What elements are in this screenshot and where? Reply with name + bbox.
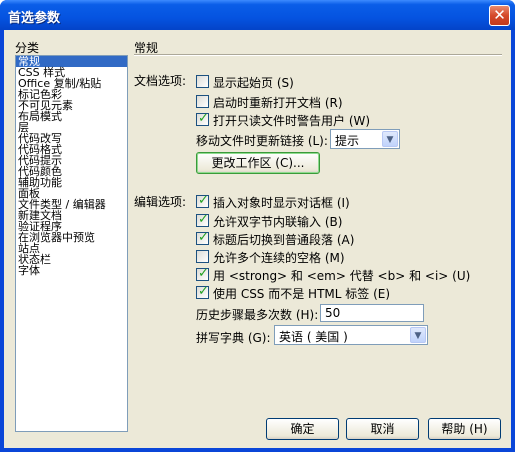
category-item[interactable]: 字体 (16, 265, 127, 276)
check-icon: ✓ (198, 212, 209, 227)
editing-option-label: 允许多个连续的空格 (M) (213, 251, 345, 265)
show-start-page-checkbox[interactable] (196, 75, 209, 88)
spelling-value: 英语 ( 美国 ) (279, 330, 348, 344)
editing-option-checkbox[interactable]: ✓ (196, 284, 209, 299)
history-label: 历史步骤最多次数 (H): (196, 308, 319, 322)
check-icon: ✓ (198, 193, 209, 208)
chevron-down-icon: ▼ (382, 131, 398, 147)
document-options-label: 文档选项: (134, 74, 187, 88)
title-bar[interactable]: 首选参数 ✕ (0, 0, 515, 30)
editing-option-checkbox[interactable] (196, 250, 209, 263)
ok-button[interactable]: 确定 (266, 418, 339, 440)
editing-option-checkbox[interactable]: ✓ (196, 212, 209, 227)
category-label: 分类 (15, 41, 40, 55)
category-list[interactable]: 常规 CSS 样式 Office 复制/粘贴 标记色彩 不可见元素 布局模式层代码改写 代码… (15, 55, 128, 432)
cancel-button[interactable]: 取消 (346, 418, 419, 440)
change-workspace-button[interactable]: 更改工作区 (C)... (196, 152, 320, 174)
warn-readonly-checkbox[interactable]: ✓ (196, 111, 209, 126)
editing-option-label: 标题后切换到普通段落 (A) (213, 233, 355, 247)
editing-option-checkbox[interactable]: ✓ (196, 193, 209, 208)
heading-divider (134, 54, 502, 56)
reopen-docs-checkbox[interactable] (196, 95, 209, 108)
update-links-value: 提示 (335, 134, 360, 148)
history-steps-input[interactable]: 50 (320, 304, 424, 322)
chevron-down-icon: ▼ (410, 327, 426, 343)
close-icon: ✕ (493, 6, 506, 24)
editing-options-label: 编辑选项: (134, 195, 187, 209)
editing-option-label: 用 <strong> 和 <em> 代替 <b> 和 <i> (U) (213, 269, 471, 283)
editing-option-label: 使用 CSS 而不是 HTML 标签 (E) (213, 287, 391, 301)
editing-option-label: 允许双字节内联输入 (B) (213, 215, 343, 229)
reopen-docs-label: 启动时重新打开文档 (R) (213, 96, 343, 110)
update-links-select[interactable]: 提示 ▼ (330, 129, 400, 149)
check-icon: ✓ (198, 284, 209, 299)
editing-option-label: 插入对象时显示对话框 (I) (213, 196, 350, 210)
check-icon: ✓ (198, 266, 209, 281)
check-icon: ✓ (198, 111, 209, 126)
category-item[interactable]: 布局模式 (16, 111, 127, 122)
show-start-page-label: 显示起始页 (S) (213, 76, 294, 90)
update-links-label: 移动文件时更新链接 (L): (196, 134, 328, 148)
preferences-dialog: 首选参数 ✕ 分类 常规 CSS 样式 Office 复制/粘贴 标记色彩 不可见元素布… (0, 0, 515, 452)
warn-readonly-label: 打开只读文件时警告用户 (W) (213, 114, 371, 128)
editing-option-checkbox[interactable]: ✓ (196, 266, 209, 281)
spelling-label: 拼写字典 (G): (196, 331, 271, 345)
check-icon: ✓ (198, 230, 209, 245)
spelling-dictionary-select[interactable]: 英语 ( 美国 ) ▼ (274, 325, 428, 345)
editing-option-checkbox[interactable]: ✓ (196, 230, 209, 245)
dialog-body: 分类 常规 CSS 样式 Office 复制/粘贴 标记色彩 不可见元素 布局模式层代码改… (4, 30, 511, 448)
close-button[interactable]: ✕ (489, 5, 510, 26)
window-title: 首选参数 (8, 11, 61, 26)
help-button[interactable]: 帮助 (H) (428, 418, 501, 440)
